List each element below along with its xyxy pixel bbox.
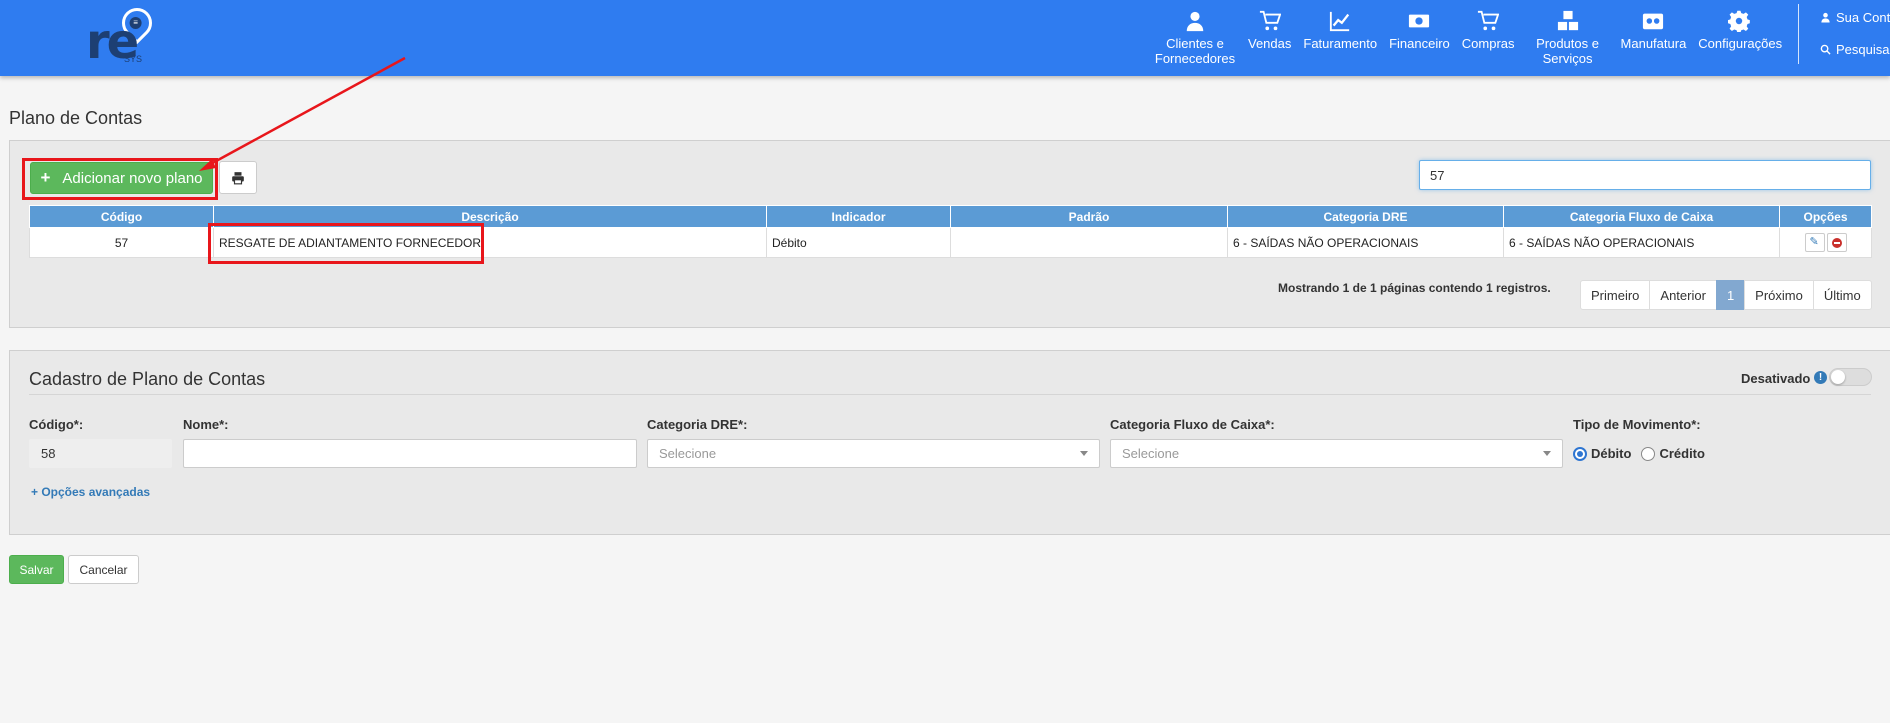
codigo-label: Código*:	[29, 417, 84, 432]
search-link[interactable]: Pesquisar	[1820, 42, 1890, 58]
credito-radio[interactable]	[1641, 446, 1656, 461]
user-icon	[1821, 12, 1830, 23]
col-categoria-fluxo[interactable]: Categoria Fluxo de Caixa	[1503, 205, 1780, 228]
col-indicador[interactable]: Indicador	[766, 205, 951, 228]
cell-categoria-fluxo: 6 - SAÍDAS NÃO OPERACIONAIS	[1503, 227, 1780, 258]
info-icon[interactable]: !	[1814, 371, 1827, 384]
money-icon	[1406, 8, 1432, 34]
delete-icon[interactable]	[1826, 233, 1847, 252]
pagination: Primeiro Anterior 1 Próximo Último	[1580, 280, 1872, 310]
nav-compras[interactable]: Compras	[1456, 8, 1521, 66]
page-first[interactable]: Primeiro	[1580, 280, 1651, 310]
page-next[interactable]: Próximo	[1744, 280, 1814, 310]
nome-field[interactable]	[183, 439, 637, 468]
line-chart-icon	[1327, 8, 1353, 34]
cubes-icon	[1555, 8, 1581, 34]
chevron-down-icon	[1543, 451, 1551, 456]
edit-icon[interactable]	[1804, 233, 1825, 252]
logo-subtext: SYS	[124, 54, 143, 64]
nav-produtos-servicos[interactable]: Produtos e Serviços	[1521, 8, 1615, 66]
fluxo-select[interactable]: Selecione	[1110, 439, 1563, 468]
user-icon	[1182, 8, 1208, 34]
cell-opcoes	[1779, 227, 1872, 258]
page-last[interactable]: Último	[1812, 280, 1872, 310]
disabled-toggle[interactable]	[1829, 368, 1872, 386]
dre-placeholder: Selecione	[659, 446, 717, 461]
nav-label: Financeiro	[1389, 36, 1450, 51]
form-title: Cadastro de Plano de Contas	[29, 369, 266, 389]
col-opcoes: Opções	[1779, 205, 1872, 228]
pagination-info: Mostrando 1 de 1 páginas contendo 1 regi…	[1278, 281, 1551, 295]
cart-icon	[1475, 8, 1501, 34]
annotation-box-description	[208, 223, 484, 264]
cell-indicador: Débito	[766, 227, 951, 258]
search-label: Pesquisar	[1836, 42, 1890, 57]
tipo-label: Tipo de Movimento*:	[1573, 417, 1701, 432]
cell-padrao	[950, 227, 1228, 258]
account-label: Sua Conta	[1836, 10, 1890, 25]
fluxo-label: Categoria Fluxo de Caixa*:	[1110, 417, 1275, 432]
print-icon	[232, 171, 244, 184]
industry-icon	[1640, 8, 1666, 34]
advanced-options-link[interactable]: + Opções avançadas	[31, 485, 150, 499]
nav-label: Clientes e Fornecedores	[1154, 36, 1236, 66]
gear-icon	[1726, 8, 1752, 34]
nav-clientes-fornecedores[interactable]: Clientes e Fornecedores	[1148, 8, 1242, 66]
dre-select[interactable]: Selecione	[647, 439, 1100, 468]
form-divider	[29, 394, 1871, 395]
cart-icon	[1257, 8, 1283, 34]
nav-configuracoes[interactable]: Configurações	[1692, 8, 1786, 66]
annotation-box-add-button	[22, 158, 218, 200]
page-prev[interactable]: Anterior	[1649, 280, 1717, 310]
search-input[interactable]	[1419, 160, 1871, 190]
nav-faturamento[interactable]: Faturamento	[1297, 8, 1383, 66]
col-codigo[interactable]: Código	[29, 205, 214, 228]
nav-manufatura[interactable]: Manufatura	[1615, 8, 1693, 66]
debito-label[interactable]: Débito	[1591, 446, 1631, 461]
advanced-options-label: Opções avançadas	[41, 485, 151, 499]
nav-label: Compras	[1461, 36, 1515, 51]
top-navbar: ≡ re SYS Clientes e Fornecedores Vendas …	[0, 0, 1890, 76]
col-padrao[interactable]: Padrão	[950, 205, 1228, 228]
codigo-field: 58	[29, 439, 172, 468]
nav-label: Vendas	[1248, 36, 1292, 51]
dre-label: Categoria DRE*:	[647, 417, 748, 432]
page-title: Plano de Contas	[9, 108, 143, 128]
print-button[interactable]	[219, 161, 257, 194]
save-button[interactable]: Salvar	[9, 555, 64, 584]
page-current[interactable]: 1	[1715, 280, 1746, 310]
chevron-down-icon	[1080, 451, 1088, 456]
plus-icon: +	[31, 485, 42, 499]
credito-label[interactable]: Crédito	[1659, 446, 1705, 461]
nome-label: Nome*:	[183, 417, 229, 432]
col-categoria-dre[interactable]: Categoria DRE	[1227, 205, 1504, 228]
fluxo-placeholder: Selecione	[1122, 446, 1180, 461]
disabled-label: Desativado	[1741, 371, 1811, 386]
search-icon	[1820, 44, 1831, 55]
main-menu: Clientes e Fornecedores Vendas Faturamen…	[1148, 8, 1786, 66]
nav-label: Produtos e Serviços	[1536, 36, 1599, 66]
nav-financeiro[interactable]: Financeiro	[1383, 8, 1456, 66]
cancel-button[interactable]: Cancelar	[68, 555, 139, 584]
nav-vendas[interactable]: Vendas	[1242, 8, 1297, 66]
account-link[interactable]: Sua Conta	[1820, 10, 1890, 26]
debito-radio[interactable]	[1573, 446, 1587, 461]
nav-label: Faturamento	[1303, 36, 1378, 51]
nav-divider	[1798, 4, 1799, 64]
nav-label: Manufatura	[1620, 36, 1687, 51]
account-area: Sua Conta Pesquisar	[1820, 10, 1890, 74]
cell-categoria-dre: 6 - SAÍDAS NÃO OPERACIONAIS	[1227, 227, 1504, 258]
tipo-radio-group: Débito Crédito	[1573, 446, 1715, 461]
cell-codigo: 57	[29, 227, 214, 258]
nav-label: Configurações	[1698, 36, 1783, 51]
app-logo[interactable]: ≡ re SYS	[86, 1, 159, 68]
